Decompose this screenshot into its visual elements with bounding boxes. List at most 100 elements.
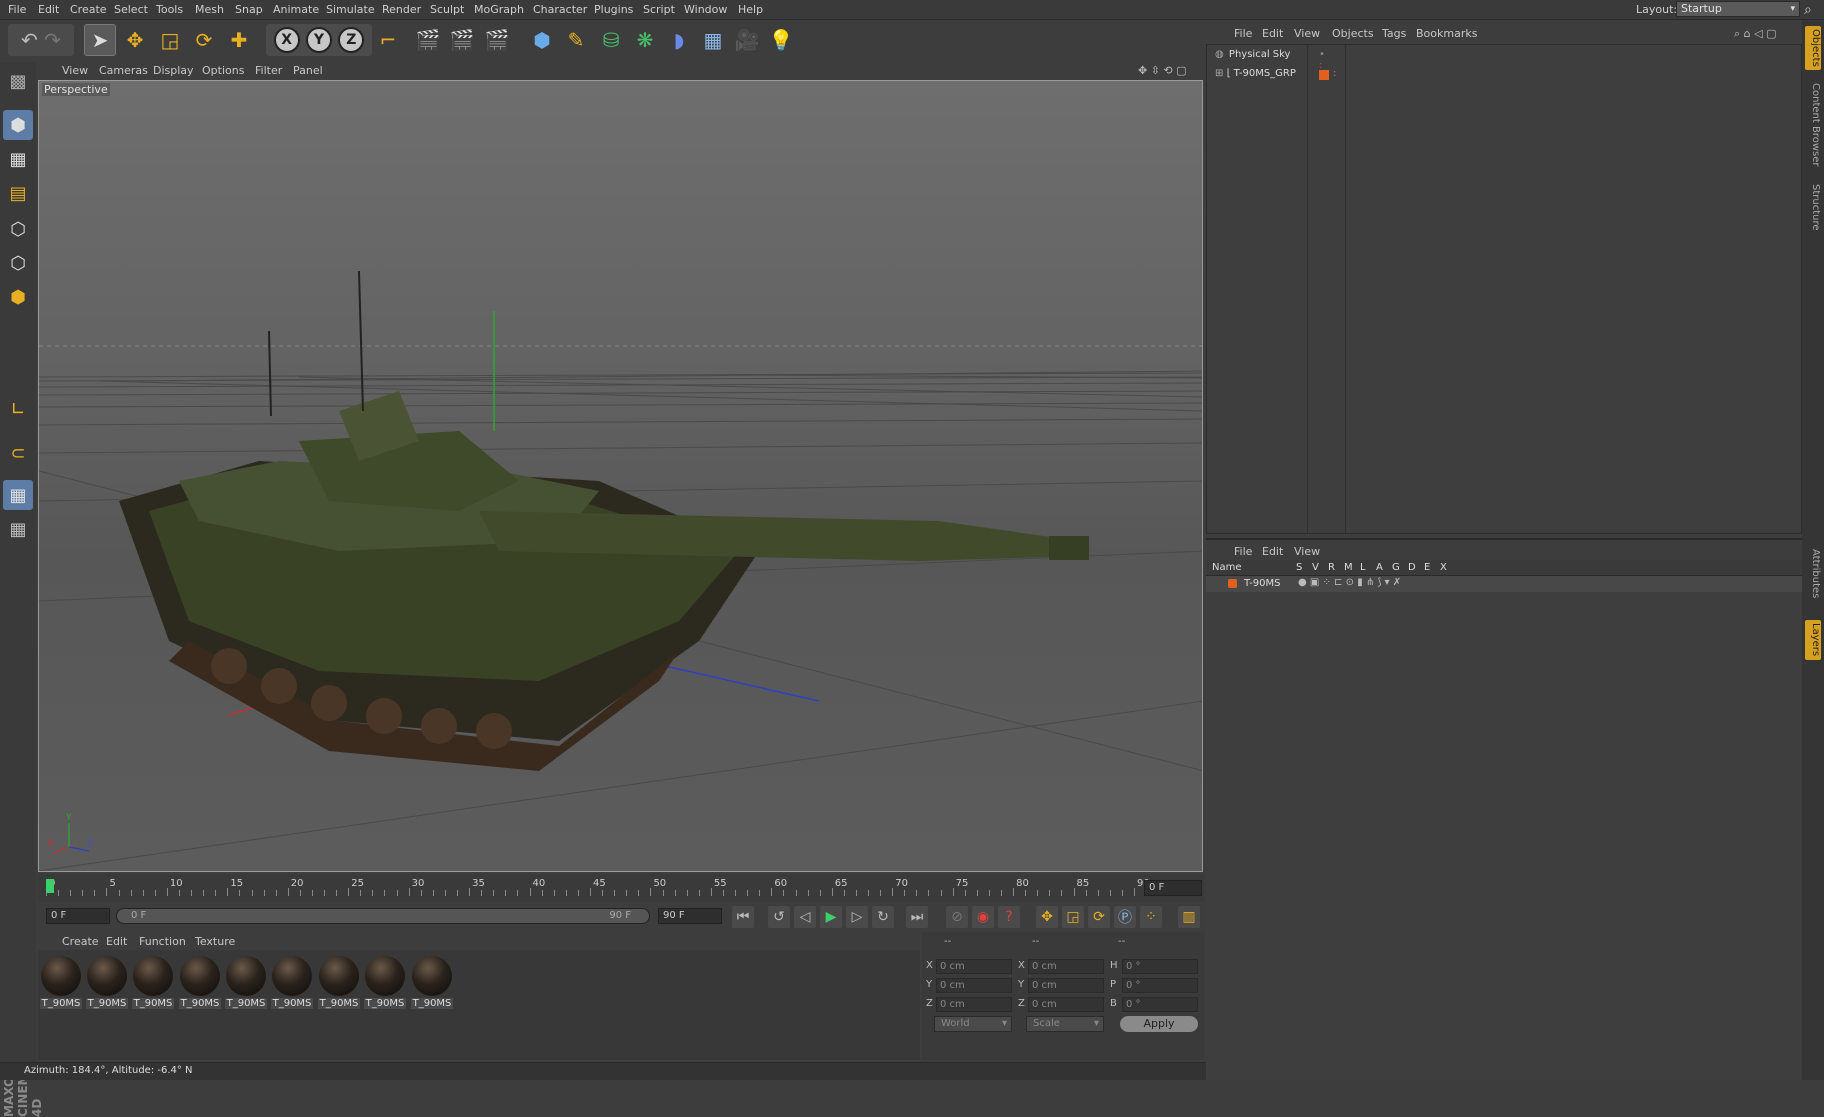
search-icon[interactable]: ⌕ bbox=[1804, 2, 1812, 18]
tab-objects[interactable]: Objects bbox=[1805, 26, 1821, 70]
redo-icon[interactable]: ↷ bbox=[44, 28, 61, 52]
tab-structure[interactable]: Structure bbox=[1805, 180, 1821, 234]
3d-viewport[interactable]: Perspective Y X Z bbox=[38, 80, 1203, 872]
parameter-key-button[interactable]: Ⓟ bbox=[1114, 906, 1136, 928]
viewport-menu-view[interactable]: View bbox=[62, 64, 88, 77]
go-to-start-button[interactable]: ⏮ bbox=[732, 906, 754, 928]
menu-edit[interactable]: Edit bbox=[38, 3, 59, 16]
light-button[interactable]: 💡 bbox=[765, 24, 797, 56]
x-axis-lock-icon[interactable]: X bbox=[273, 27, 300, 53]
record-keys-button[interactable]: ⊘ bbox=[946, 906, 968, 928]
menu-help[interactable]: Help bbox=[738, 3, 763, 16]
object-menu-view[interactable]: View bbox=[1294, 27, 1320, 40]
material-swatch[interactable]: T_90MS bbox=[364, 956, 406, 1010]
size-x-field[interactable]: 0 cm bbox=[1028, 959, 1104, 974]
previous-frame-button[interactable]: ◁ bbox=[794, 906, 816, 928]
size-y-field[interactable]: 0 cm bbox=[1028, 978, 1104, 993]
material-swatch[interactable]: T_90MS bbox=[86, 956, 128, 1010]
menu-file[interactable]: File bbox=[8, 3, 26, 16]
menu-mesh[interactable]: Mesh bbox=[195, 3, 224, 16]
layer-menu-view[interactable]: View bbox=[1294, 545, 1320, 558]
object-menu-edit[interactable]: Edit bbox=[1262, 27, 1283, 40]
render-view-button[interactable]: 🎬 bbox=[412, 24, 444, 56]
material-swatch[interactable]: T_90MS bbox=[318, 956, 360, 1010]
current-frame-field[interactable]: 0 F bbox=[1144, 880, 1202, 896]
snap-button[interactable]: ⊂ bbox=[3, 438, 33, 468]
layer-color-swatch[interactable] bbox=[1228, 579, 1237, 588]
menu-character[interactable]: Character bbox=[533, 3, 587, 16]
point-level-button[interactable]: ⁘ bbox=[1140, 906, 1162, 928]
keyframe-selection-button[interactable]: ? bbox=[998, 906, 1020, 928]
menu-tools[interactable]: Tools bbox=[156, 3, 183, 16]
scale-key-button[interactable]: ◲ bbox=[1062, 906, 1084, 928]
material-menu-create[interactable]: Create bbox=[62, 935, 99, 948]
rot-b-field[interactable]: 0 ° bbox=[1122, 997, 1198, 1012]
position-key-button[interactable]: ✥ bbox=[1036, 906, 1058, 928]
material-swatch[interactable]: T_90MS bbox=[132, 956, 174, 1010]
material-swatch[interactable]: T_90MS bbox=[225, 956, 267, 1010]
autokey-button[interactable]: ◉ bbox=[972, 906, 994, 928]
frame-range-slider[interactable]: 0 F 90 F bbox=[116, 908, 650, 924]
polygons-mode-button[interactable]: ⬢ bbox=[3, 282, 33, 312]
timeline[interactable]: 051015202530354045505560657075808590 0 F bbox=[38, 874, 1204, 902]
menu-plugins[interactable]: Plugins bbox=[594, 3, 633, 16]
viewport-menu-display[interactable]: Display bbox=[153, 64, 194, 77]
object-row-physical-sky[interactable]: ◍ Physical Sky • : ✔ bbox=[1215, 49, 1327, 82]
z-axis-lock-icon[interactable]: Z bbox=[338, 27, 365, 53]
tab-layers[interactable]: Layers bbox=[1805, 620, 1821, 660]
menu-script[interactable]: Script bbox=[643, 3, 675, 16]
play-button[interactable]: ▶ bbox=[820, 906, 842, 928]
size-mode-dropdown[interactable]: Scale ▾ bbox=[1026, 1016, 1104, 1032]
render-settings-button[interactable]: 🎬 bbox=[481, 24, 513, 56]
timeline-window-button[interactable]: ▥ bbox=[1178, 906, 1200, 928]
menu-animate[interactable]: Animate bbox=[273, 3, 319, 16]
model-mode-button[interactable]: ⬢ bbox=[3, 110, 33, 140]
layer-menu-edit[interactable]: Edit bbox=[1262, 545, 1283, 558]
texture-mode-button[interactable]: ▦ bbox=[3, 144, 33, 174]
viewport-menu-options[interactable]: Options bbox=[202, 64, 244, 77]
viewport-menu-filter[interactable]: Filter bbox=[255, 64, 282, 77]
pos-y-field[interactable]: 0 cm bbox=[936, 978, 1012, 993]
workplane-mode-button[interactable]: ▤ bbox=[3, 178, 33, 208]
add-object-button[interactable]: ✚ bbox=[223, 24, 255, 56]
pos-x-field[interactable]: 0 cm bbox=[936, 959, 1012, 974]
object-menu-file[interactable]: File bbox=[1234, 27, 1252, 40]
apply-button[interactable]: Apply bbox=[1120, 1016, 1198, 1032]
rotate-button[interactable]: ⟳ bbox=[188, 24, 220, 56]
rot-h-field[interactable]: 0 ° bbox=[1122, 959, 1198, 974]
next-key-button[interactable]: ↻ bbox=[872, 906, 894, 928]
layer-color-icon[interactable] bbox=[1319, 70, 1329, 80]
size-z-field[interactable]: 0 cm bbox=[1028, 997, 1104, 1012]
viewport-menu-panel[interactable]: Panel bbox=[293, 64, 323, 77]
make-editable-button[interactable]: ▩ bbox=[3, 66, 33, 96]
layer-menu-file[interactable]: File bbox=[1234, 545, 1252, 558]
timeline-ruler[interactable]: 051015202530354045505560657075808590 bbox=[46, 878, 1150, 898]
object-menu-bookmarks[interactable]: Bookmarks bbox=[1416, 27, 1477, 40]
menu-select[interactable]: Select bbox=[114, 3, 148, 16]
nurbs-button[interactable]: ⛁ bbox=[595, 24, 627, 56]
layout-dropdown[interactable]: Startup ▾ bbox=[1676, 1, 1800, 17]
object-manager-nav-icons[interactable]: ⌕ ⌂ ◁ ▢ bbox=[1734, 27, 1777, 41]
camera-button[interactable]: 🎥 bbox=[731, 24, 763, 56]
material-swatch[interactable]: T_90MS bbox=[179, 956, 221, 1010]
edges-mode-button[interactable]: ⬡ bbox=[3, 248, 33, 278]
menu-simulate[interactable]: Simulate bbox=[326, 3, 375, 16]
tab-content-browser[interactable]: Content Browser bbox=[1805, 78, 1821, 172]
workplane-lock-button[interactable]: ▦ bbox=[3, 480, 33, 510]
menu-window[interactable]: Window bbox=[684, 3, 727, 16]
playhead-marker[interactable] bbox=[46, 879, 54, 893]
material-menu-texture[interactable]: Texture bbox=[195, 935, 235, 948]
menu-snap[interactable]: Snap bbox=[235, 3, 263, 16]
coordinate-space-dropdown[interactable]: World ▾ bbox=[934, 1016, 1012, 1032]
points-mode-button[interactable]: ⬡ bbox=[3, 214, 33, 244]
start-frame-field[interactable]: 0 F bbox=[46, 908, 110, 924]
layer-row[interactable]: T-90MS ● ▣ ⁘ ⊏ ⊙ ▮ ⋔ ⟆ ▾ ✗ bbox=[1206, 576, 1802, 592]
planar-workplane-button[interactable]: ▦ bbox=[3, 514, 33, 544]
render-picture-viewer-button[interactable]: 🎬 bbox=[446, 24, 478, 56]
menu-create[interactable]: Create bbox=[70, 3, 107, 16]
rotation-key-button[interactable]: ⟳ bbox=[1088, 906, 1110, 928]
object-row-t90ms-grp[interactable]: ⊞ ⌊ T-90MS_GRP : bbox=[1215, 68, 1336, 84]
pos-z-field[interactable]: 0 cm bbox=[936, 997, 1012, 1012]
scale-button[interactable]: ◲ bbox=[154, 24, 186, 56]
material-swatch[interactable]: T_90MS bbox=[40, 956, 82, 1010]
